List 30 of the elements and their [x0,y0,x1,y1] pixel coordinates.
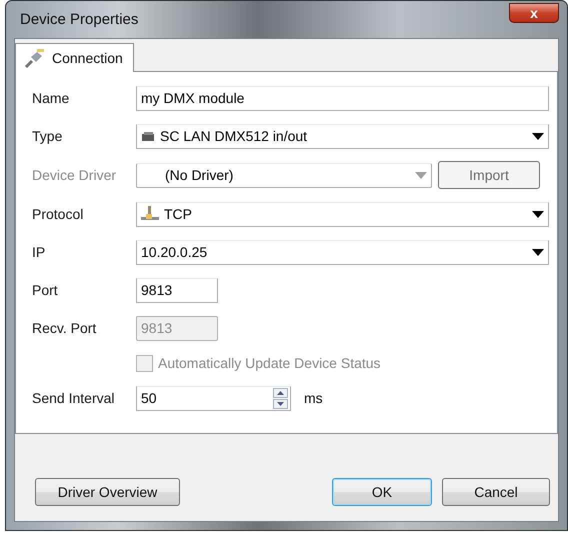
field-label: Send Interval [32,390,116,406]
checkbox-label: Automatically Update Device Status [158,355,381,371]
spin-buttons[interactable] [273,388,288,408]
network-icon [141,206,159,222]
plug-icon [24,48,46,68]
caret-icon [415,172,427,178]
close-button[interactable]: x [509,2,559,22]
dropdown[interactable]: TCP [136,202,549,226]
caret-icon [532,132,544,140]
field-label: Type [32,128,64,144]
text-field[interactable]: my DMX module [136,86,549,110]
number-field[interactable]: 50 [136,386,291,410]
field-label: Recv. Port [32,320,98,336]
caret-icon [532,210,544,218]
dialog-button[interactable]: Driver Overview [35,478,180,506]
dialog-button[interactable]: Cancel [442,478,550,506]
text-field[interactable]: 9813 [136,278,218,302]
field-label: Port [32,282,59,298]
field-label: Name [32,90,70,106]
dialog-button[interactable]: OK [332,478,432,506]
tab[interactable]: Connection [15,43,134,72]
field-label: Device Driver [32,167,118,183]
window-title: Device Properties [19,11,138,28]
dropdown[interactable]: SC LAN DMX512 in/out [136,124,549,148]
unit-label: ms [304,390,323,406]
dropdown[interactable]: 10.20.0.25 [136,240,549,264]
caret-icon [532,248,544,256]
device-icon [141,132,155,140]
field-label: Protocol [32,206,84,222]
field-label: IP [32,244,46,260]
